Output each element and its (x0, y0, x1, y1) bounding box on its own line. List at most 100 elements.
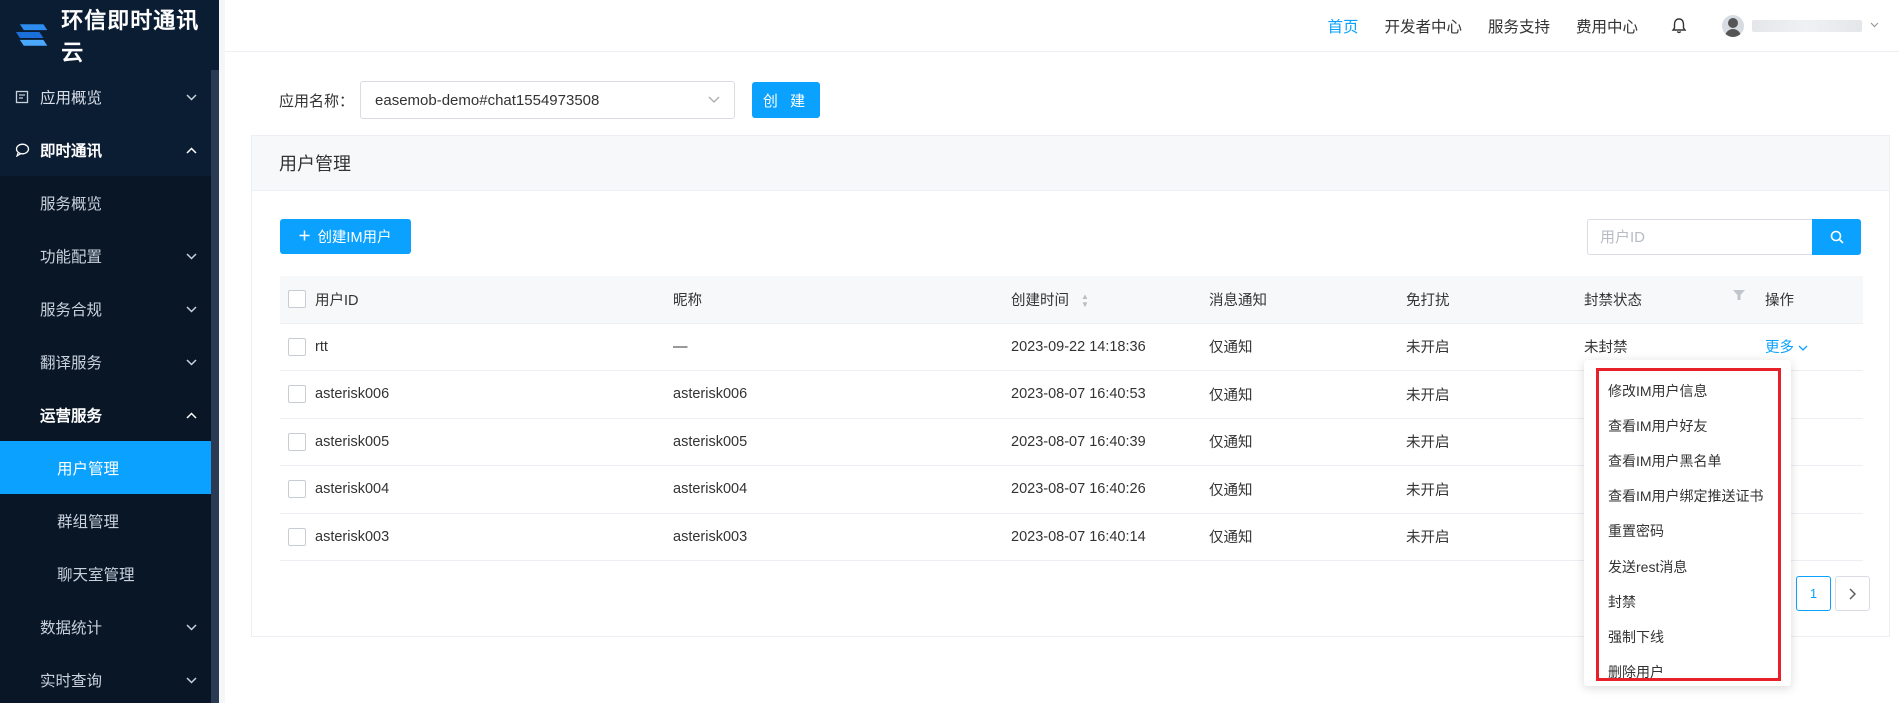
cell-created-time: 2023-08-07 16:40:53 (1011, 370, 1209, 419)
cell-user-id: rtt (315, 323, 673, 371)
sidebar-item-im[interactable]: 即时通讯 (0, 123, 219, 176)
cell-nickname: asterisk006 (673, 370, 1011, 419)
header-ban-status: 封禁状态 (1584, 276, 1765, 324)
plus-icon (299, 229, 310, 245)
table-header-row: 用户ID 昵称 创建时间 ▲ ▼ 消息通知 免打扰 封禁状态 操作 (280, 276, 1863, 324)
topnav-home[interactable]: 首页 (1327, 15, 1358, 37)
chevron-down-icon (1870, 20, 1879, 31)
sidebar-item-label: 服务概览 (40, 195, 103, 213)
sidebar-item-realtime-query[interactable]: 实时查询 (0, 653, 219, 703)
sidebar-item-compliance[interactable]: 服务合规 (0, 282, 219, 335)
menu-item-view-blacklist[interactable]: 查看IM用户黑名单 (1608, 443, 1764, 478)
row-checkbox[interactable] (288, 337, 306, 356)
sidebar-item-chatroom-management[interactable]: 聊天室管理 (0, 547, 219, 600)
menu-item-view-push-certs[interactable]: 查看IM用户绑定推送证书 (1608, 479, 1764, 514)
document-icon (14, 89, 30, 105)
more-actions-link[interactable]: 更多 (1765, 340, 1808, 356)
panel-title: 用户管理 (252, 136, 1889, 191)
menu-item-force-logout[interactable]: 强制下线 (1608, 619, 1764, 654)
chevron-down-icon (186, 673, 197, 687)
menu-item-reset-password[interactable]: 重置密码 (1608, 514, 1764, 549)
cell-user-id: asterisk005 (315, 418, 673, 466)
sidebar-item-label: 翻译服务 (40, 354, 103, 372)
menu-item-view-friends[interactable]: 查看IM用户好友 (1608, 408, 1764, 443)
cell-notification: 仅通知 (1209, 323, 1406, 371)
create-im-user-label: 创建IM用户 (317, 230, 392, 246)
sidebar-item-user-management[interactable]: 用户管理 (0, 441, 219, 494)
header-nickname: 昵称 (673, 276, 1011, 324)
cell-dnd: 未开启 (1406, 513, 1584, 561)
bell-icon[interactable] (1670, 17, 1688, 35)
sidebar: 环信即时通讯云 应用概览 即时通讯 服务概览 功能配置 服务合规 翻译服务 运营… (0, 0, 219, 703)
sidebar-item-translation[interactable]: 翻译服务 (0, 335, 219, 388)
header-actions: 操作 (1765, 276, 1863, 324)
user-name-redacted (1752, 19, 1862, 32)
sidebar-item-label: 应用概览 (40, 89, 103, 107)
menu-item-edit-user-info[interactable]: 修改IM用户信息 (1608, 373, 1764, 408)
more-actions-dropdown: 修改IM用户信息 查看IM用户好友 查看IM用户黑名单 查看IM用户绑定推送证书… (1584, 360, 1791, 686)
sidebar-item-operations[interactable]: 运营服务 (0, 388, 219, 441)
cell-created-time: 2023-09-22 14:18:36 (1011, 323, 1209, 371)
sidebar-item-app-overview[interactable]: 应用概览 (0, 70, 219, 123)
user-menu[interactable] (1722, 14, 1879, 37)
select-all-checkbox[interactable] (288, 290, 306, 309)
cell-notification: 仅通知 (1209, 465, 1406, 514)
menu-item-delete-user[interactable]: 删除用户 (1608, 655, 1764, 690)
header-ban-status-label: 封禁状态 (1584, 292, 1642, 309)
topnav-support[interactable]: 服务支持 (1488, 15, 1550, 37)
row-checkbox[interactable] (288, 432, 306, 451)
user-search (1587, 219, 1861, 255)
chevron-down-icon (186, 620, 197, 634)
cell-created-time: 2023-08-07 16:40:26 (1011, 465, 1209, 514)
chevron-down-icon (186, 355, 197, 369)
sidebar-item-group-management[interactable]: 群组管理 (0, 494, 219, 547)
user-id-search-input[interactable] (1587, 219, 1812, 255)
row-checkbox[interactable] (288, 527, 306, 546)
create-app-button[interactable]: 创 建 (752, 82, 821, 118)
sort-icon[interactable]: ▲ ▼ (1081, 292, 1089, 309)
sidebar-item-label: 服务合规 (40, 301, 103, 319)
app-select[interactable]: easemob-demo#chat1554973508 (360, 81, 736, 119)
header-user-id: 用户ID (315, 276, 673, 324)
sidebar-item-statistics[interactable]: 数据统计 (0, 600, 219, 653)
cell-nickname: asterisk004 (673, 465, 1011, 514)
sidebar-item-feature-config[interactable]: 功能配置 (0, 229, 219, 282)
cell-nickname: asterisk005 (673, 418, 1011, 466)
chat-icon (14, 142, 30, 158)
header-created-time-label: 创建时间 (1011, 292, 1069, 309)
create-im-user-button[interactable]: 创建IM用户 (280, 219, 411, 254)
chevron-down-icon (708, 93, 720, 107)
sidebar-item-label: 实时查询 (40, 672, 103, 690)
im-submenu: 服务概览 功能配置 服务合规 翻译服务 运营服务 用户管理 群组管理 聊天室管理… (0, 176, 219, 703)
row-checkbox[interactable] (288, 385, 306, 404)
sidebar-item-label: 运营服务 (40, 407, 103, 425)
app-selector-row: 应用名称： easemob-demo#chat1554973508 创 建 (279, 81, 821, 119)
menu-item-ban[interactable]: 封禁 (1608, 584, 1764, 619)
next-page-button[interactable] (1835, 576, 1870, 611)
search-button[interactable] (1812, 219, 1861, 255)
chevron-down-icon (1798, 345, 1808, 352)
sidebar-item-label: 功能配置 (40, 248, 103, 266)
brand-name: 环信即时通讯云 (61, 8, 200, 65)
menu-item-send-rest-message[interactable]: 发送rest消息 (1608, 549, 1764, 584)
sidebar-scrollbar[interactable] (211, 70, 219, 703)
chevron-up-icon (186, 143, 197, 157)
header-created-time[interactable]: 创建时间 ▲ ▼ (1011, 276, 1209, 324)
topnav-billing[interactable]: 费用中心 (1576, 15, 1638, 37)
cell-notification: 仅通知 (1209, 370, 1406, 419)
row-checkbox[interactable] (288, 480, 306, 499)
sidebar-item-label: 聊天室管理 (57, 566, 135, 584)
sidebar-nav: 应用概览 即时通讯 服务概览 功能配置 服务合规 翻译服务 运营服务 用户管理 … (0, 70, 219, 703)
topnav-developer-center[interactable]: 开发者中心 (1384, 15, 1462, 37)
cell-created-time: 2023-08-07 16:40:14 (1011, 513, 1209, 561)
brand-logo[interactable]: 环信即时通讯云 (0, 0, 219, 70)
sidebar-item-label: 即时通讯 (40, 142, 103, 160)
logo-icon (15, 24, 48, 46)
cell-user-id: asterisk004 (315, 465, 673, 514)
sidebar-item-service-overview[interactable]: 服务概览 (0, 176, 219, 229)
filter-icon[interactable] (1733, 289, 1745, 303)
chevron-down-icon (186, 302, 197, 316)
app-name-label: 应用名称： (279, 92, 355, 110)
page-number-button[interactable]: 1 (1796, 576, 1831, 611)
cell-user-id: asterisk006 (315, 370, 673, 419)
